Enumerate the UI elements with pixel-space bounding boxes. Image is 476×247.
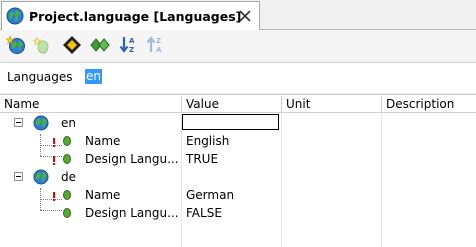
add-property-button[interactable]: [30, 33, 54, 57]
document-tab[interactable]: Project.language [Languages]: [1, 1, 260, 30]
sort-descending-icon: Z A: [146, 36, 162, 54]
property-icon: [63, 208, 71, 218]
sort-ascending-button[interactable]: A Z: [117, 33, 141, 57]
toolbar: A Z Z A: [0, 30, 476, 60]
property-value: FALSE: [186, 206, 222, 220]
languages-label: Languages: [7, 70, 73, 84]
property-row[interactable]: Design Langu... FALSE: [0, 204, 476, 222]
property-row[interactable]: Name German: [0, 186, 476, 204]
move-icon: [63, 36, 81, 54]
diamond-pair-icon: [90, 38, 110, 52]
alert-icon: [53, 192, 55, 201]
alert-icon: [53, 138, 55, 147]
column-header-description[interactable]: Description: [382, 96, 476, 112]
tab-strip: Project.language [Languages]: [0, 0, 476, 30]
language-row: Languages en: [0, 62, 476, 93]
property-icon: [63, 136, 71, 146]
property-name: Design Langu...: [85, 206, 179, 220]
language-input-value: en: [85, 69, 102, 84]
svg-text:A: A: [129, 37, 135, 45]
sort-ascending-icon: A Z: [119, 37, 135, 54]
language-name: de: [61, 170, 76, 184]
column-header-name[interactable]: Name: [0, 96, 182, 112]
sort-descending-button[interactable]: Z A: [144, 33, 168, 57]
svg-text:A: A: [156, 46, 162, 54]
column-header-unit[interactable]: Unit: [282, 96, 382, 112]
tree-row-language[interactable]: de: [0, 168, 476, 186]
property-name: Name: [85, 188, 121, 202]
property-value: TRUE: [186, 152, 219, 166]
svg-text:Z: Z: [156, 37, 161, 45]
property-name: Name: [85, 134, 121, 148]
value-edit-field[interactable]: [182, 114, 279, 130]
globe-icon: [33, 115, 49, 131]
property-icon: [63, 154, 71, 164]
add-language-icon: [6, 35, 25, 54]
add-property-icon: [32, 36, 49, 54]
property-row[interactable]: Design Langu... TRUE: [0, 150, 476, 168]
globe-icon: [6, 7, 24, 25]
diamond-pair-button[interactable]: [88, 33, 112, 57]
add-language-button[interactable]: [4, 33, 28, 57]
tree-row-language[interactable]: en: [0, 114, 476, 132]
alert-icon: [53, 156, 55, 165]
property-value: English: [186, 134, 230, 148]
property-name: Design Langu...: [85, 152, 179, 166]
language-input[interactable]: en: [84, 68, 470, 86]
svg-text:Z: Z: [129, 46, 134, 54]
property-value: German: [186, 188, 235, 202]
property-row[interactable]: Name English: [0, 132, 476, 150]
property-icon: [63, 190, 71, 200]
column-header-value[interactable]: Value: [182, 96, 282, 112]
close-icon[interactable]: [238, 9, 252, 23]
tab-title: Project.language [Languages]: [29, 9, 242, 24]
collapse-icon[interactable]: [14, 118, 23, 127]
grid-header: Name Value Unit Description: [0, 95, 476, 113]
move-button[interactable]: [60, 33, 84, 57]
property-grid: Name Value Unit Description en Name Engl…: [0, 94, 476, 247]
collapse-icon[interactable]: [14, 172, 23, 181]
language-name: en: [61, 116, 76, 130]
globe-icon: [33, 169, 49, 185]
